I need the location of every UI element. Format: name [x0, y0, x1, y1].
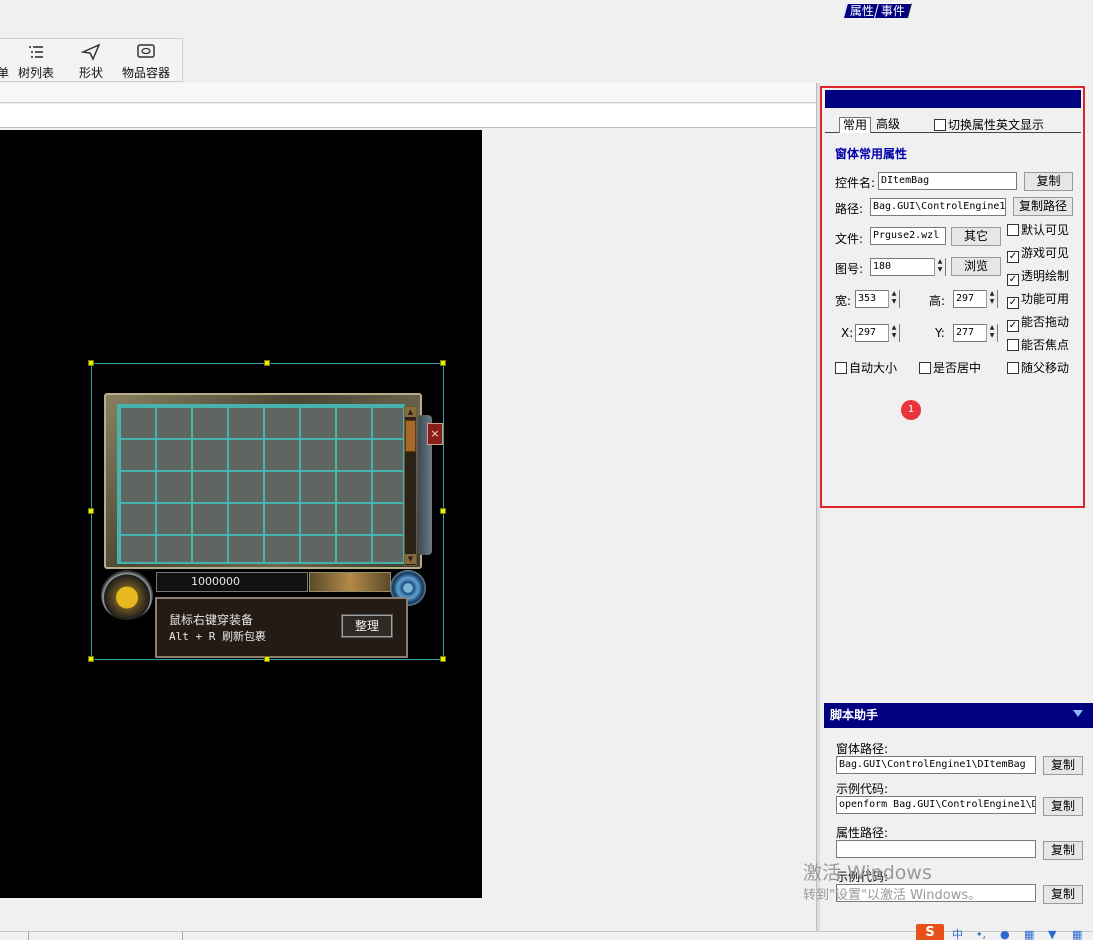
- sogou-ime-icon[interactable]: S: [916, 924, 944, 940]
- window-path-input[interactable]: Bag.GUI\ControlEngine1\DItemBag: [836, 756, 1036, 774]
- horizontal-ruler: [0, 83, 816, 103]
- tab-events[interactable]: 事件: [873, 3, 913, 18]
- copy-sample-code2-button[interactable]: 复制: [1043, 885, 1083, 904]
- microphone-icon[interactable]: ●: [1000, 929, 1010, 940]
- sample-code-input[interactable]: openform Bag.GUI\ControlEngine1\D: [836, 796, 1036, 814]
- resize-handle[interactable]: [440, 656, 446, 662]
- design-header-strip: [0, 104, 816, 128]
- toolbar-container-button[interactable]: 物品容器: [120, 43, 172, 81]
- collapse-arrow-icon[interactable]: [1073, 710, 1083, 717]
- attr-path-label: 属性路径:: [836, 826, 889, 840]
- copy-sample-code-button[interactable]: 复制: [1043, 797, 1083, 816]
- menu-icon: [0, 43, 10, 63]
- system-tray: S 中 •, ● ▦ ▼ ▦: [912, 922, 1093, 940]
- shirt-icon[interactable]: ▼: [1048, 929, 1056, 940]
- container-icon: [120, 43, 172, 63]
- toolbar-tree-list-button[interactable]: 树列表: [16, 43, 56, 81]
- activation-watermark-subtitle: 转到"设置"以激活 Windows。: [803, 888, 982, 903]
- toolbar-shape-button[interactable]: 形状: [74, 43, 108, 81]
- selection-box[interactable]: [88, 360, 446, 662]
- copy-attr-path-button[interactable]: 复制: [1043, 841, 1083, 860]
- tree-list-icon: [16, 43, 56, 63]
- toolbar: 单 树列表 形状 物品容器: [0, 38, 183, 82]
- punctuation-icon[interactable]: •,: [976, 929, 986, 940]
- status-separator: [182, 931, 183, 940]
- sample-code-label: 示例代码:: [836, 782, 889, 796]
- keyboard-icon[interactable]: ▦: [1024, 929, 1034, 940]
- resize-handle[interactable]: [88, 656, 94, 662]
- resize-handle[interactable]: [440, 360, 446, 366]
- send-arrow-icon: [74, 43, 108, 63]
- resize-handle[interactable]: [440, 508, 446, 514]
- status-separator: [28, 931, 29, 940]
- highlight-outline: [820, 86, 1085, 508]
- toolbox-icon[interactable]: ▦: [1072, 929, 1082, 940]
- resize-handle[interactable]: [88, 360, 94, 366]
- resize-handle[interactable]: [264, 656, 270, 662]
- script-helper-header[interactable]: 脚本助手: [824, 703, 1093, 728]
- window-path-label: 窗体路径:: [836, 742, 889, 756]
- toolbar-menu-button[interactable]: 单: [0, 43, 10, 81]
- copy-window-path-button[interactable]: 复制: [1043, 756, 1083, 775]
- activation-watermark-title: 激活 Windows: [803, 862, 932, 884]
- attr-path-input[interactable]: [836, 840, 1036, 858]
- ime-mode-label[interactable]: 中: [952, 929, 963, 940]
- resize-handle[interactable]: [264, 360, 270, 366]
- resize-handle[interactable]: [88, 508, 94, 514]
